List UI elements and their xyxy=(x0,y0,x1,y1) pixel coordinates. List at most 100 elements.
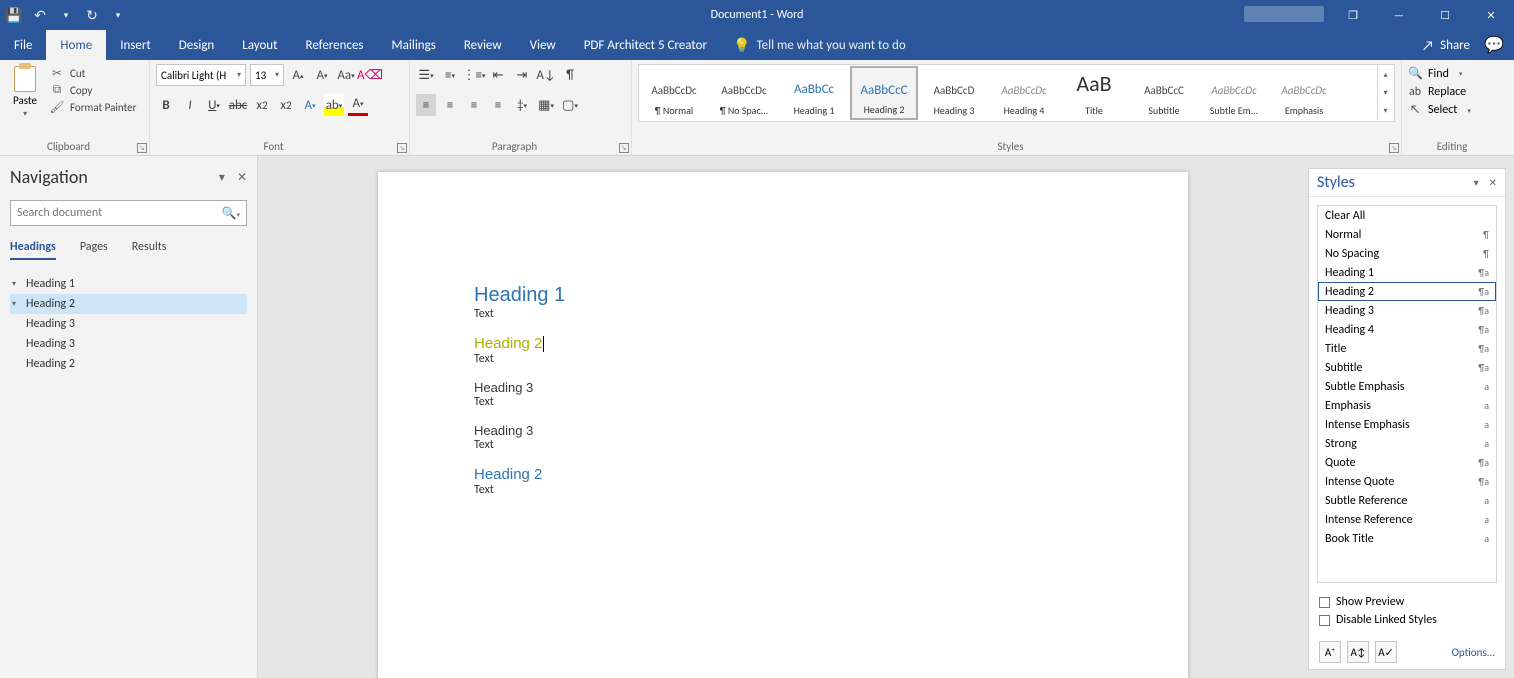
replace-button[interactable]: abReplace xyxy=(1408,85,1508,99)
nav-tab-pages[interactable]: Pages xyxy=(80,240,108,260)
navigation-close-icon[interactable]: ✕ xyxy=(237,170,247,185)
manage-styles-button[interactable]: A✓ xyxy=(1375,641,1397,663)
styles-options-link[interactable]: Options... xyxy=(1452,646,1495,659)
cut-button[interactable]: ✂Cut xyxy=(50,66,136,80)
styles-pane-item[interactable]: Intense Emphasisa xyxy=(1318,415,1496,434)
borders-button[interactable]: ▢▾ xyxy=(560,94,580,116)
styles-pane-item[interactable]: Heading 1¶a xyxy=(1318,263,1496,282)
show-preview-checkbox[interactable]: Show Preview xyxy=(1319,595,1495,609)
navigation-search-input[interactable]: Search document 🔍▾ xyxy=(10,200,247,226)
undo-dropdown-icon[interactable]: ▾ xyxy=(58,7,74,23)
style-gallery-item[interactable]: AaBbCcCHeading 2 xyxy=(850,66,918,120)
styles-pane-item[interactable]: Intense Quote¶a xyxy=(1318,472,1496,491)
disable-linked-checkbox[interactable]: Disable Linked Styles xyxy=(1319,613,1495,627)
bold-button[interactable]: B xyxy=(156,94,176,116)
close-button[interactable]: ✕ xyxy=(1468,0,1514,30)
paragraph-launcher-icon[interactable]: ↘ xyxy=(619,143,629,153)
nav-tab-headings[interactable]: Headings xyxy=(10,240,56,260)
multilevel-list-button[interactable]: ⋮≡▾ xyxy=(464,64,484,86)
style-gallery-item[interactable]: AaBbCcHeading 1 xyxy=(780,66,848,120)
styles-pane-item[interactable]: Heading 2¶a xyxy=(1318,282,1496,301)
new-style-button[interactable]: A⁺ xyxy=(1319,641,1341,663)
doc-txt[interactable]: Text xyxy=(474,395,1092,409)
tab-design[interactable]: Design xyxy=(165,30,228,60)
document-page[interactable]: Heading 1TextHeading 2TextHeading 3TextH… xyxy=(378,172,1188,678)
redo-icon[interactable]: ↻ xyxy=(84,7,100,23)
find-button[interactable]: 🔍Find▾ xyxy=(1408,66,1508,81)
nav-heading-node[interactable]: ▾Heading 1 xyxy=(10,274,247,294)
tell-me-search[interactable]: 💡 Tell me what you want to do xyxy=(721,30,918,60)
tab-mailings[interactable]: Mailings xyxy=(378,30,450,60)
subscript-button[interactable]: x2 xyxy=(252,94,272,116)
nav-heading-node[interactable]: ▾Heading 2 xyxy=(10,294,247,314)
line-spacing-button[interactable]: ‡▾ xyxy=(512,94,532,116)
doc-h2b[interactable]: Heading 2 xyxy=(474,466,1092,483)
style-gallery-item[interactable]: AaBbCcDcEmphasis xyxy=(1270,66,1338,120)
style-gallery-item[interactable]: AaBbCcDcHeading 4 xyxy=(990,66,1058,120)
select-button[interactable]: ↖Select▾ xyxy=(1408,103,1508,117)
highlight-button[interactable]: ab▾ xyxy=(324,94,344,116)
comments-icon[interactable]: 💬 xyxy=(1484,30,1504,60)
tab-references[interactable]: References xyxy=(292,30,378,60)
paste-dropdown-icon[interactable]: ▾ xyxy=(23,109,27,119)
document-canvas[interactable]: Heading 1TextHeading 2TextHeading 3TextH… xyxy=(258,156,1308,678)
doc-txt[interactable]: Text xyxy=(474,438,1092,452)
copy-button[interactable]: ⧉Copy xyxy=(50,83,136,97)
navigation-dropdown-icon[interactable]: ▾ xyxy=(219,170,225,185)
styles-pane-item[interactable]: Subtle Emphasisa xyxy=(1318,377,1496,396)
align-right-button[interactable]: ≡ xyxy=(464,94,484,116)
minimize-button[interactable]: — xyxy=(1376,0,1422,30)
styles-pane-close-icon[interactable]: ✕ xyxy=(1489,176,1497,189)
styles-pane-dropdown-icon[interactable]: ▾ xyxy=(1474,176,1479,189)
style-gallery-item[interactable]: AaBbCcDHeading 3 xyxy=(920,66,988,120)
align-center-button[interactable]: ≡ xyxy=(440,94,460,116)
doc-h1[interactable]: Heading 1 xyxy=(474,284,1092,307)
nav-heading-node[interactable]: Heading 2 xyxy=(10,354,247,374)
styles-pane-item[interactable]: No Spacing¶ xyxy=(1318,244,1496,263)
style-inspector-button[interactable]: A↕ xyxy=(1347,641,1369,663)
gallery-down-icon[interactable]: ▾ xyxy=(1378,84,1393,102)
tab-home[interactable]: Home xyxy=(46,30,106,60)
styles-launcher-icon[interactable]: ↘ xyxy=(1389,143,1399,153)
maximize-button[interactable]: ☐ xyxy=(1422,0,1468,30)
styles-pane-item[interactable]: Stronga xyxy=(1318,434,1496,453)
nav-heading-node[interactable]: Heading 3 xyxy=(10,314,247,334)
ribbon-display-options-icon[interactable]: ❐ xyxy=(1330,0,1376,30)
gallery-more-icon[interactable]: ▾ xyxy=(1378,102,1393,120)
style-gallery-item[interactable]: AaBTitle xyxy=(1060,66,1128,120)
doc-txt[interactable]: Text xyxy=(474,352,1092,366)
nav-heading-node[interactable]: Heading 3 xyxy=(10,334,247,354)
tab-view[interactable]: View xyxy=(516,30,570,60)
bullets-button[interactable]: ☰▾ xyxy=(416,64,436,86)
align-left-button[interactable]: ≡ xyxy=(416,94,436,116)
strikethrough-button[interactable]: abc xyxy=(228,94,248,116)
styles-pane-item[interactable]: Normal¶ xyxy=(1318,225,1496,244)
doc-h3[interactable]: Heading 3 xyxy=(474,380,1092,395)
style-gallery-item[interactable]: AaBbCcDc¶ No Spac... xyxy=(710,66,778,120)
style-gallery-item[interactable]: AaBbCcCSubtitle xyxy=(1130,66,1198,120)
shrink-font-button[interactable]: A▾ xyxy=(312,64,332,86)
sort-button[interactable]: A↓ xyxy=(536,64,556,86)
styles-pane-item[interactable]: Quote¶a xyxy=(1318,453,1496,472)
style-gallery-item[interactable]: AaBbCcDcSubtle Em... xyxy=(1200,66,1268,120)
tab-pdf-architect-5-creator[interactable]: PDF Architect 5 Creator xyxy=(570,30,721,60)
styles-pane-item[interactable]: Subtitle¶a xyxy=(1318,358,1496,377)
gallery-up-icon[interactable]: ▴ xyxy=(1378,66,1393,84)
clear-formatting-button[interactable]: A⌫ xyxy=(360,64,380,86)
underline-button[interactable]: U▾ xyxy=(204,94,224,116)
tab-layout[interactable]: Layout xyxy=(228,30,291,60)
qat-customize-icon[interactable]: ▾ xyxy=(110,7,126,23)
italic-button[interactable]: I xyxy=(180,94,200,116)
text-effects-button[interactable]: A▾ xyxy=(300,94,320,116)
doc-h2[interactable]: Heading 2 xyxy=(474,335,1092,352)
undo-icon[interactable]: ↶ xyxy=(32,7,48,23)
save-icon[interactable]: 💾 xyxy=(6,7,22,23)
styles-pane-item[interactable]: Book Titlea xyxy=(1318,529,1496,548)
font-launcher-icon[interactable]: ↘ xyxy=(397,143,407,153)
styles-pane-item[interactable]: Title¶a xyxy=(1318,339,1496,358)
clipboard-launcher-icon[interactable]: ↘ xyxy=(137,143,147,153)
styles-pane-item[interactable]: Heading 4¶a xyxy=(1318,320,1496,339)
shading-button[interactable]: ▦▾ xyxy=(536,94,556,116)
justify-button[interactable]: ≡ xyxy=(488,94,508,116)
styles-pane-item[interactable]: Clear All xyxy=(1318,206,1496,225)
